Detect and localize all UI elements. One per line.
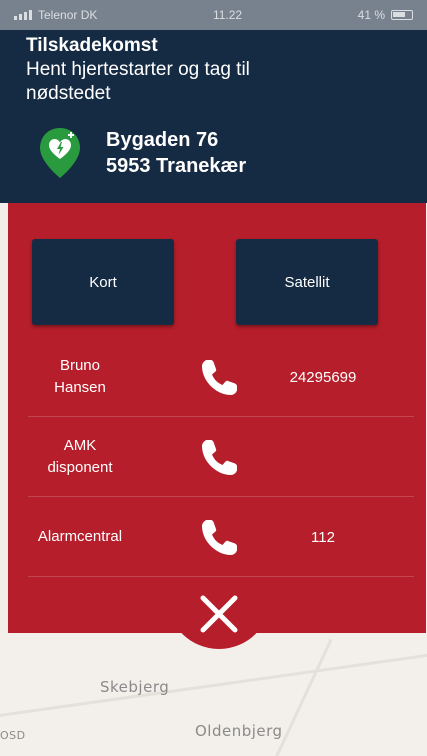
address-street: Bygaden 76 <box>106 129 219 151</box>
satellite-view-button[interactable]: Satellit <box>236 239 378 325</box>
map-view[interactable]: Skebjerg Oldenbjerg OSD <box>0 633 427 756</box>
status-right: 41 % <box>358 8 413 22</box>
incident-instruction: Hent hjertestarter og tag til nødstedet <box>26 59 250 104</box>
incident-title: Tilskadekomst <box>26 35 158 56</box>
carrier-text: Telenor DK <box>38 8 98 22</box>
phone-icon[interactable] <box>198 515 242 559</box>
contact-name: AMK disponent <box>47 437 113 476</box>
status-bar: Telenor DK 11.22 41 % <box>0 0 427 30</box>
contact-name: Bruno Hansen <box>54 357 106 396</box>
phone-icon[interactable] <box>198 435 242 479</box>
row-divider <box>28 576 414 577</box>
status-left: Telenor DK <box>14 8 97 22</box>
incident-header: Tilskadekomst Hent hjertestarter og tag … <box>0 30 427 203</box>
aed-location-pin-icon <box>40 128 80 178</box>
incident-location: Bygaden 76 5953 Tranekær <box>38 126 401 180</box>
contact-row[interactable]: AMK disponent <box>8 417 426 497</box>
signal-icon <box>14 10 32 20</box>
contact-number <box>258 417 388 497</box>
contact-row[interactable]: Bruno Hansen 24295699 <box>8 337 426 417</box>
action-panel: Kort Satellit Bruno Hansen 24295699 AMK di… <box>8 203 426 633</box>
contact-name: Alarmcentral <box>37 528 123 545</box>
phone-icon[interactable] <box>198 355 242 399</box>
map-view-button[interactable]: Kort <box>32 239 174 325</box>
clock-text: 11.22 <box>212 8 243 22</box>
contact-number: 24295699 <box>289 368 357 386</box>
contact-row[interactable]: Alarmcentral 112 <box>8 497 426 577</box>
incident-address: Bygaden 76 5953 Tranekær <box>106 127 246 179</box>
map-place-label: Oldenbjerg <box>195 722 283 740</box>
map-place-label: Skebjerg <box>100 678 170 696</box>
map-road <box>0 651 427 718</box>
map-attribution: OSD <box>0 729 26 742</box>
battery-percent-text: 41 % <box>357 8 385 22</box>
close-icon[interactable] <box>197 592 241 636</box>
battery-icon <box>391 10 413 20</box>
address-city: 5953 Tranekær <box>106 155 247 177</box>
contact-number: 112 <box>311 528 335 546</box>
